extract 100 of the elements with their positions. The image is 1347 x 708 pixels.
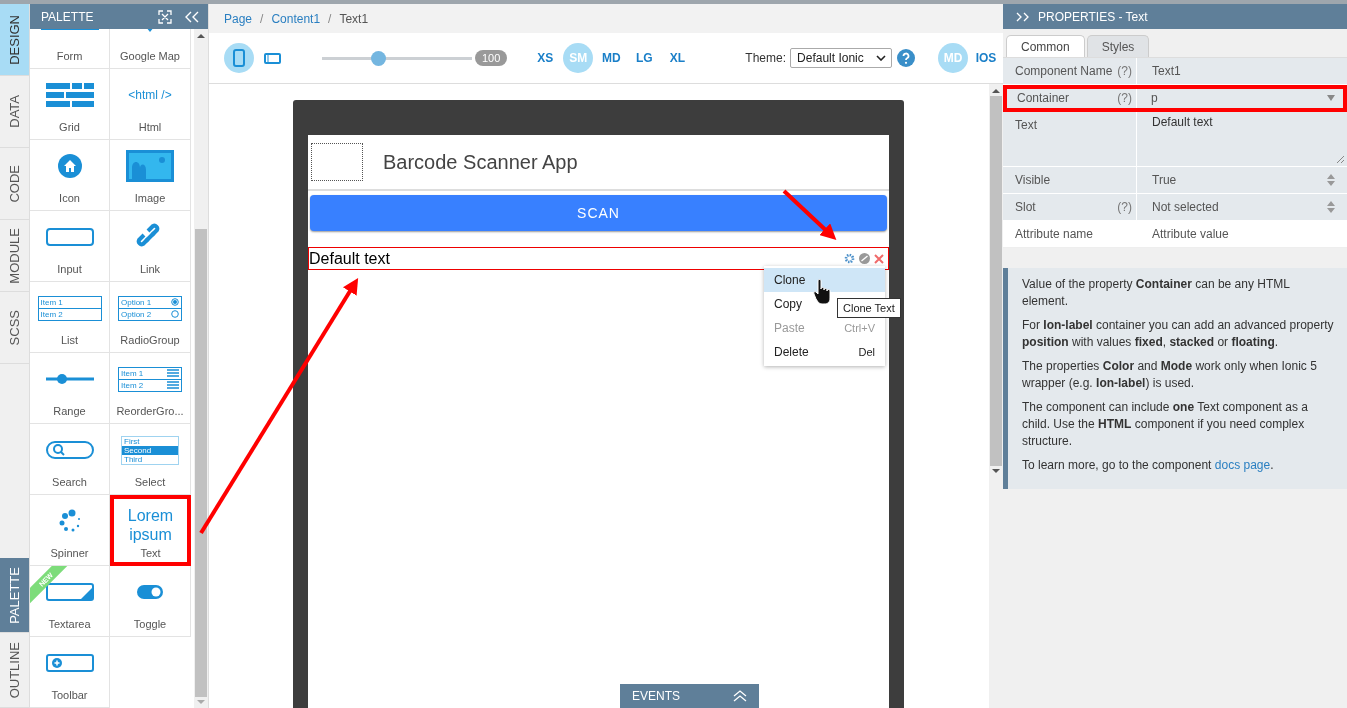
annotation-arrow <box>782 189 837 241</box>
palette-item[interactable]: Input <box>30 211 110 282</box>
breadcrumb-item: Text1 <box>339 11 369 26</box>
side-tab[interactable]: OUTLINE <box>0 633 29 708</box>
slider-thumb[interactable] <box>370 51 386 66</box>
text-component: Default text <box>309 249 390 268</box>
properties-tab[interactable]: Common <box>1006 35 1085 57</box>
spinner-arrows-icon[interactable] <box>1327 173 1335 187</box>
palette-item[interactable]: Image <box>110 140 191 211</box>
dropdown-arrow-icon[interactable] <box>1327 95 1335 101</box>
property-value: Default text <box>1152 115 1213 129</box>
help-paragraph: Value of the property Container can be any HTML element. <box>1022 276 1291 310</box>
scroll-up-icon[interactable] <box>992 88 1000 93</box>
palette-item[interactable]: Form <box>30 29 110 69</box>
mini-list: Item 1 Item 2 <box>118 366 182 392</box>
mode-button[interactable]: IOS <box>971 43 1002 73</box>
palette-item[interactable]: Toggle <box>110 566 191 637</box>
palette-item[interactable]: Item 1 Item 2 List <box>30 282 110 353</box>
radio-checked-icon <box>171 298 179 306</box>
property-value: True <box>1152 173 1177 187</box>
mini-list: Item 1 Item 2 <box>37 295 102 321</box>
palette-item[interactable]: Lorem ipsum Text <box>110 495 191 566</box>
property-value: Not selected <box>1152 200 1219 214</box>
menu-item[interactable]: Clone <box>764 268 885 292</box>
help-paragraph: To learn more, go to the component docs page. <box>1022 457 1275 474</box>
hide-icon[interactable] <box>859 253 870 264</box>
selected-text-component[interactable]: Default text <box>308 247 889 270</box>
property-label: Visible <box>1015 173 1051 187</box>
toolbar-icon <box>45 654 94 672</box>
canvas-scrollbar[interactable] <box>989 84 1003 708</box>
size-button[interactable]: LG <box>629 43 660 73</box>
mini-select: First Second Third <box>121 435 179 465</box>
help-paragraph: The properties Color and Mode work only when Ionic 5 wrapper (e.g. Ion-label) is used. <box>1022 358 1318 392</box>
side-tab[interactable]: PALETTE <box>0 558 29 633</box>
palette-item[interactable]: Item 1 Item 2 ReorderGro... <box>110 353 191 424</box>
side-tab[interactable]: DATA <box>0 76 29 148</box>
drag-handle-icon <box>167 369 179 377</box>
scroll-up-icon[interactable] <box>197 33 205 38</box>
property-label: Slot <box>1015 200 1036 214</box>
tablet-icon <box>263 52 281 64</box>
breadcrumb-separator: / <box>328 11 332 26</box>
help-icon[interactable] <box>897 49 916 67</box>
palette-item[interactable]: Range <box>30 353 110 424</box>
side-tab[interactable]: DESIGN <box>0 4 29 76</box>
properties-title: PROPERTIES - Text <box>1038 9 1148 24</box>
settings-icon[interactable] <box>844 253 855 264</box>
palette-item[interactable]: Option 1 Option 2 RadioGroup <box>110 282 191 353</box>
property-label: Container <box>1017 91 1070 105</box>
palette-item[interactable]: Spinner <box>30 495 110 566</box>
chevrons-up-icon <box>733 690 747 702</box>
scroll-down-icon[interactable] <box>992 469 1000 474</box>
side-tab[interactable]: MODULE <box>0 220 29 292</box>
chevron-down-icon <box>876 55 887 61</box>
size-button[interactable]: XL <box>662 43 693 73</box>
palette-item[interactable]: Link <box>110 211 191 282</box>
palette-item[interactable]: First Second Third Select <box>110 424 191 495</box>
side-tab[interactable]: CODE <box>0 148 29 220</box>
palette-item[interactable]: Icon <box>30 140 110 211</box>
theme-dropdown[interactable]: Default Ionic <box>790 48 893 68</box>
close-icon[interactable] <box>874 253 884 264</box>
breadcrumb-item[interactable]: Content1 <box>271 11 321 26</box>
side-tab[interactable]: SCSS <box>0 292 29 364</box>
resize-handle-icon[interactable] <box>1336 155 1345 164</box>
phone-icon <box>233 49 245 67</box>
palette-item[interactable]: Grid <box>30 69 110 140</box>
zoom-slider[interactable] <box>322 51 472 65</box>
hand-cursor-icon <box>813 279 833 305</box>
menu-item[interactable]: Delete Del <box>764 340 885 364</box>
grid-icon <box>45 83 94 107</box>
property-label: Component Name <box>1015 64 1113 78</box>
palette-item[interactable]: Search <box>30 424 110 495</box>
mini-list: Option 1 Option 2 <box>118 295 182 321</box>
phone-button[interactable] <box>224 43 254 73</box>
expand-icon[interactable] <box>1016 11 1030 22</box>
help-link[interactable]: (?) <box>1117 91 1132 105</box>
help-link[interactable]: (?) <box>1117 64 1132 78</box>
property-value: Text1 <box>1152 64 1181 78</box>
size-button[interactable]: MD <box>596 43 627 73</box>
breadcrumb-item[interactable]: Page <box>224 11 253 26</box>
html-preview: <html /> <box>128 88 172 102</box>
scrollbar[interactable] <box>194 29 208 708</box>
property-value[interactable]: Attribute value <box>1152 227 1229 241</box>
help-paragraph: The component can include one Text component as a child. Use the HTML component if you need complex structure. <box>1022 399 1309 450</box>
properties-tab[interactable]: Styles <box>1086 35 1150 57</box>
toggle-icon <box>137 585 163 599</box>
palette-title: PALETTE <box>41 9 95 24</box>
zoom-value: 100 <box>475 50 508 66</box>
spinner-arrows-icon[interactable] <box>1327 200 1335 214</box>
scan-button[interactable]: SCAN <box>310 195 887 231</box>
help-link[interactable]: (?) <box>1117 200 1132 214</box>
events-bar[interactable]: EVENTS <box>620 684 759 708</box>
property-label: Text <box>1015 118 1037 132</box>
search-field-icon <box>45 441 94 459</box>
palette-item[interactable]: <html /> Html <box>110 69 191 140</box>
collapse-icon[interactable] <box>184 10 200 23</box>
size-button[interactable]: XS <box>530 43 561 73</box>
expand-icon[interactable] <box>158 9 172 24</box>
palette-item[interactable]: Google Map <box>110 29 191 69</box>
palette-item[interactable]: Toolbar <box>30 637 110 708</box>
drag-handle-icon <box>167 381 179 389</box>
